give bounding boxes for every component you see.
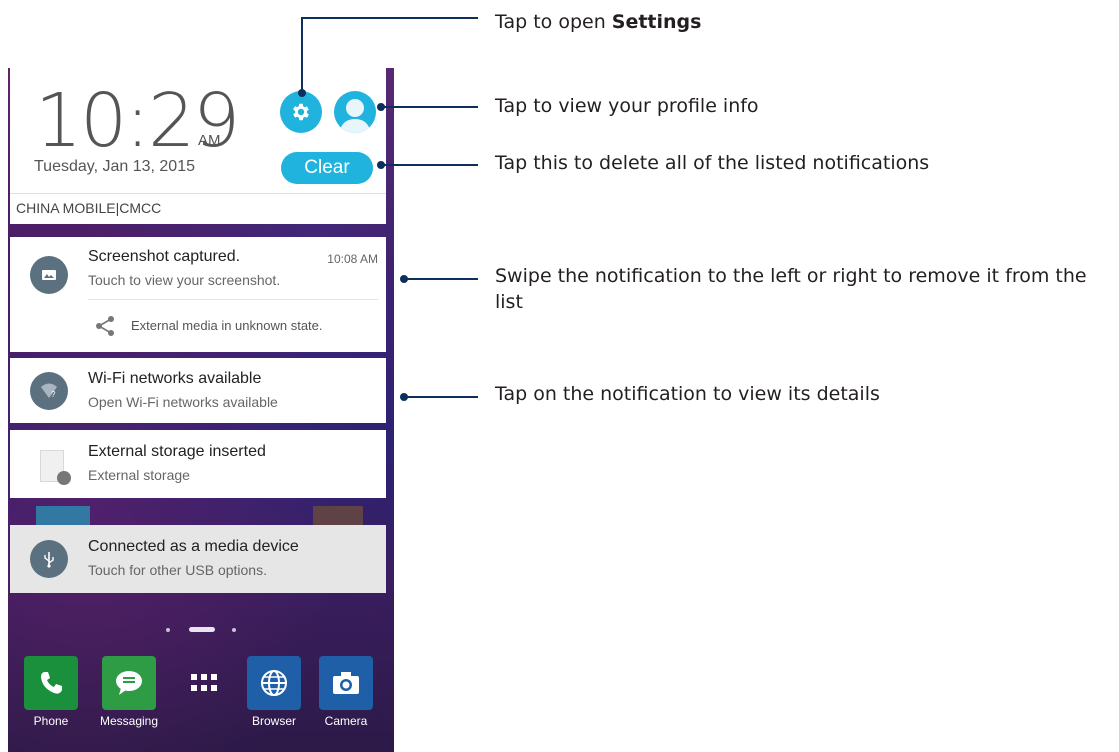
- callout-dot-clear: [377, 161, 385, 169]
- settings-button[interactable]: [280, 91, 322, 133]
- callout-dot-settings: [298, 89, 306, 97]
- dock-label: Browser: [251, 714, 296, 728]
- dock-label: Phone: [33, 714, 69, 728]
- svg-text:?: ?: [51, 390, 56, 399]
- callout-line-settings: [301, 17, 303, 92]
- globe-icon: [247, 656, 301, 710]
- gear-icon: [293, 103, 309, 121]
- notification-title: External storage inserted: [88, 443, 266, 460]
- clock-ampm: AM: [198, 132, 221, 149]
- notification-wifi[interactable]: ? Wi-Fi networks available Open Wi-Fi ne…: [10, 358, 386, 423]
- notification-storage[interactable]: External storage inserted External stora…: [10, 430, 386, 498]
- notification-icon: [30, 540, 68, 578]
- callout-profile: Tap to view your profile info: [495, 95, 759, 117]
- notification-header: 10:29 AM Tuesday, Jan 13, 2015 Clear: [10, 68, 386, 194]
- dock-app-drawer[interactable]: [176, 656, 232, 710]
- callout-dot-details: [400, 393, 408, 401]
- dock-label: Camera: [324, 714, 368, 728]
- dock-label: Messaging: [99, 714, 159, 728]
- camera-icon: [319, 656, 373, 710]
- callout-line-clear: [381, 164, 478, 166]
- notification-title: Screenshot captured.: [88, 248, 241, 265]
- clear-button[interactable]: Clear: [281, 152, 373, 184]
- usb-icon: [44, 552, 54, 568]
- notification-action[interactable]: External media in unknown state.: [131, 318, 323, 333]
- callout-line-settings-h: [301, 17, 478, 19]
- notification-usb[interactable]: Connected as a media device Touch for ot…: [10, 525, 386, 593]
- callout-details: Tap on the notification to view its deta…: [495, 383, 880, 405]
- carrier-bar: CHINA MOBILE|CMCC: [10, 194, 386, 224]
- callout-dot-profile: [377, 103, 385, 111]
- callout-clear: Tap this to delete all of the listed not…: [495, 152, 930, 174]
- callout-swipe: Swipe the notification to the left or ri…: [495, 265, 1087, 313]
- profile-button[interactable]: [334, 91, 376, 133]
- home-app-icon: [313, 506, 363, 526]
- sd-card-icon: [40, 450, 71, 485]
- dock-camera[interactable]: Camera: [318, 656, 374, 728]
- notification-icon: ?: [30, 372, 68, 410]
- notification-subtitle: External storage: [88, 467, 190, 483]
- callout-settings-prefix: Tap to open: [495, 11, 612, 33]
- share-icon[interactable]: [94, 315, 116, 337]
- callout-line-profile: [381, 106, 478, 108]
- date-label: Tuesday, Jan 13, 2015: [34, 158, 195, 175]
- phone-icon: [24, 656, 78, 710]
- message-icon: [102, 656, 156, 710]
- dock-browser[interactable]: Browser: [246, 656, 302, 728]
- notification-separator: [88, 299, 378, 300]
- dock-messaging[interactable]: Messaging: [94, 656, 164, 728]
- carrier-label: CHINA MOBILE|CMCC: [16, 200, 162, 216]
- app-drawer-icon: [177, 656, 231, 710]
- avatar-icon: [339, 99, 371, 133]
- notification-time: 10:08 AM: [327, 252, 378, 266]
- notification-screenshot[interactable]: Screenshot captured. 10:08 AM Touch to v…: [10, 237, 386, 352]
- callout-settings: Tap to open Settings: [495, 9, 701, 35]
- callout-dot-swipe: [400, 275, 408, 283]
- page-indicator: [8, 626, 394, 634]
- notification-subtitle: Touch to view your screenshot.: [88, 272, 281, 288]
- notification-title: Wi-Fi networks available: [88, 370, 262, 387]
- dock-phone[interactable]: Phone: [23, 656, 79, 728]
- callout-line-swipe: [404, 278, 478, 280]
- image-icon: [42, 270, 56, 280]
- callout-settings-bold: Settings: [611, 11, 702, 33]
- notification-title: Connected as a media device: [88, 538, 299, 555]
- wifi-question-icon: ?: [41, 383, 57, 399]
- notification-subtitle: Touch for other USB options.: [88, 562, 267, 578]
- notification-subtitle: Open Wi-Fi networks available: [88, 394, 278, 410]
- callout-line-details: [404, 396, 478, 398]
- notification-icon: [30, 256, 68, 294]
- phone-screen: 10:29 AM Tuesday, Jan 13, 2015 Clear CHI…: [8, 68, 394, 752]
- home-widget: [36, 506, 90, 526]
